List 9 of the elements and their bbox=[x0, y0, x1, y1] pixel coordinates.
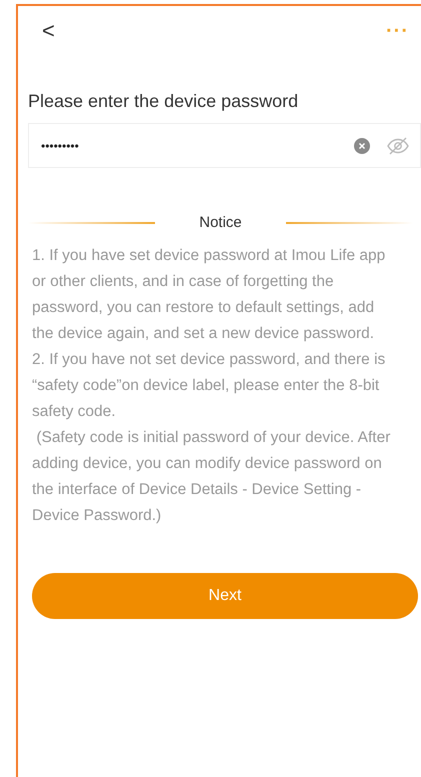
password-field[interactable]: ••••••••• bbox=[28, 123, 421, 168]
notice-text: (Safety code is initial password of your device. After adding device, you can modify device password on the interface of Device Details - Device Setting - Device Password.) bbox=[32, 428, 392, 526]
clear-icon[interactable] bbox=[354, 138, 370, 154]
notice-text: 2. If you have not set device password, and there is “safety code”on device label, please enter the 8-bit safety code. bbox=[32, 350, 386, 422]
eye-slash-icon[interactable] bbox=[386, 136, 410, 154]
back-button[interactable]: < bbox=[42, 20, 55, 42]
notice-heading: Notice bbox=[198, 213, 243, 233]
notice-text: 1. If you have set device password at Imou Life app or other clients, and in case of forgetting the password, you can restore to default settings, add the device again, and set a new device password. bbox=[32, 246, 386, 344]
page-title: Please enter the device password bbox=[28, 90, 300, 113]
